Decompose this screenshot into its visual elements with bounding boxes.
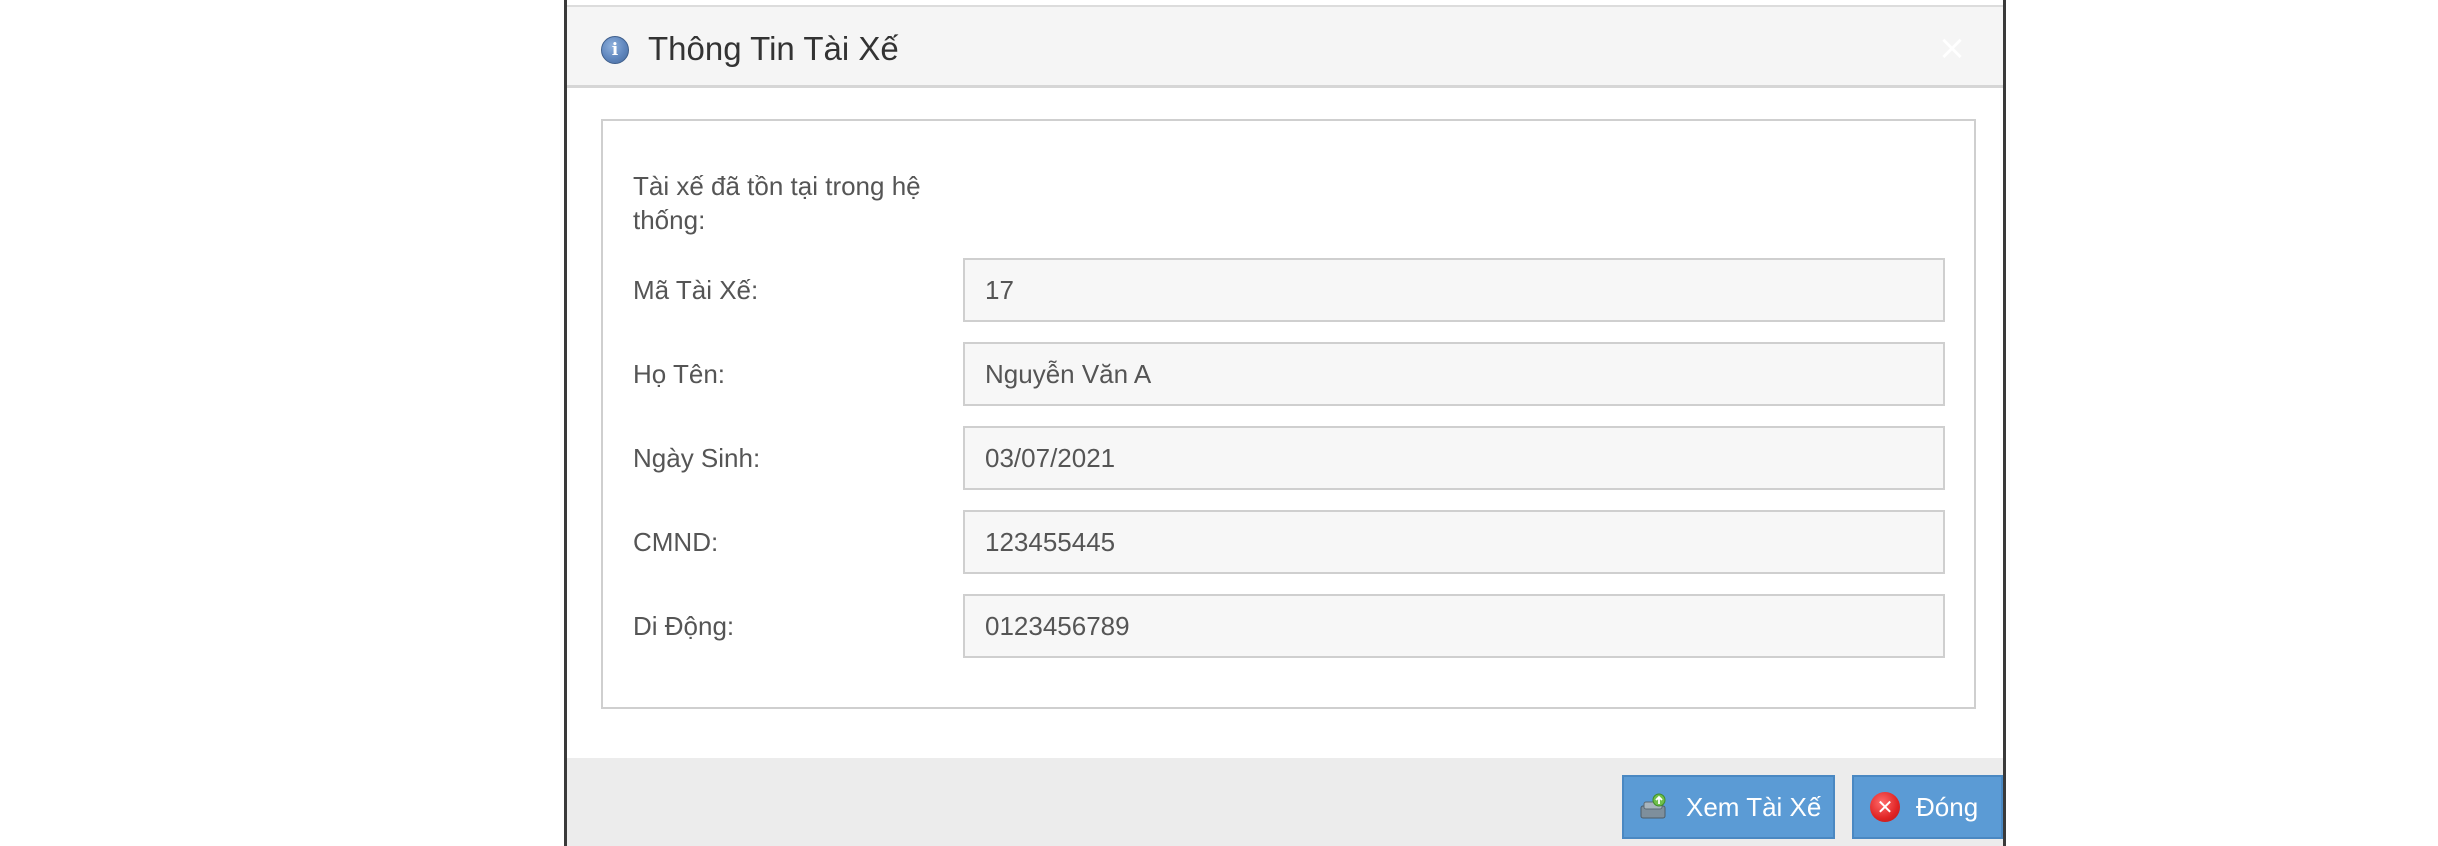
close-button[interactable]: ✕ Đóng — [1852, 775, 2003, 839]
mobile-field[interactable] — [963, 594, 1945, 658]
view-driver-label: Xem Tài Xế — [1686, 792, 1822, 822]
id-card-field[interactable] — [963, 510, 1945, 574]
form-row-birth-date: Ngày Sinh: — [603, 426, 1974, 490]
driver-id-label: Mã Tài Xế: — [633, 275, 759, 305]
view-driver-button[interactable]: Xem Tài Xế — [1622, 775, 1835, 839]
dialog-body: Tài xế đã tồn tại trong hệ thống: Mã Tài… — [567, 88, 2003, 758]
dialog-footer: Xem Tài Xế ✕ Đóng — [567, 758, 2003, 846]
intro-text: Tài xế đã tồn tại trong hệ thống: — [633, 171, 921, 235]
form-row-driver-id: Mã Tài Xế: — [603, 258, 1974, 322]
mobile-label: Di Động: — [633, 611, 735, 641]
dialog-title: Thông Tin Tài Xế — [648, 30, 899, 67]
close-button-label: Đóng — [1916, 792, 1979, 822]
form-row-full-name: Họ Tên: — [603, 342, 1974, 406]
close-icon[interactable]: × — [1935, 31, 1969, 65]
id-card-label: CMND: — [633, 527, 719, 557]
birth-date-field[interactable] — [963, 426, 1945, 490]
close-circle-icon: ✕ — [1870, 792, 1900, 822]
view-driver-icon — [1640, 793, 1666, 819]
dialog-header: i Thông Tin Tài Xế × — [567, 5, 2003, 88]
birth-date-label: Ngày Sinh: — [633, 443, 761, 473]
driver-id-field[interactable] — [963, 258, 1945, 322]
form-row-id-card: CMND: — [603, 510, 1974, 574]
full-name-label: Họ Tên: — [633, 359, 726, 389]
form-row-mobile: Di Động: — [603, 594, 1974, 658]
full-name-field[interactable] — [963, 342, 1945, 406]
driver-info-dialog: i Thông Tin Tài Xế × Tài xế đã tồn tại t… — [564, 0, 2006, 846]
driver-info-fieldset: Tài xế đã tồn tại trong hệ thống: Mã Tài… — [601, 119, 1976, 709]
info-icon: i — [601, 36, 629, 64]
